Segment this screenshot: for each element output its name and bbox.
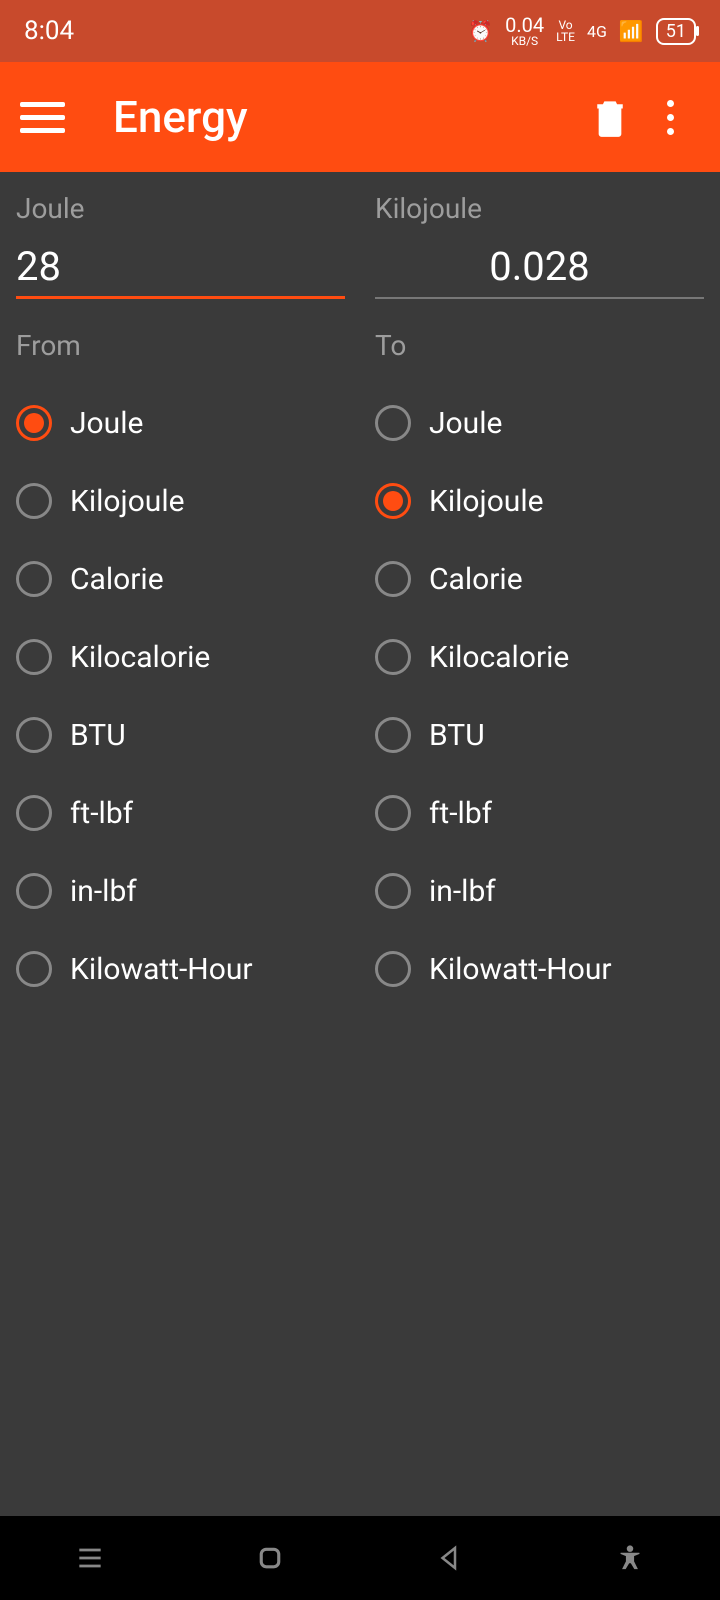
radio-icon	[16, 873, 52, 909]
right-option-ft-lbf[interactable]: ft-lbf	[375, 774, 704, 852]
clock: 8:04	[24, 16, 74, 46]
radio-label: in-lbf	[70, 874, 137, 909]
network-icon: 4G	[587, 22, 607, 41]
from-unit-label: Joule	[16, 192, 345, 225]
right-option-kilowatt-hour[interactable]: Kilowatt-Hour	[375, 930, 704, 1008]
radio-icon	[375, 483, 411, 519]
radio-label: Kilojoule	[70, 484, 185, 519]
to-options: Joule Kilojoule Calorie Kilocalorie BTU ft-lb…	[375, 384, 704, 1008]
to-value-output: 0.028	[375, 243, 704, 299]
battery-icon: 51	[656, 18, 696, 45]
radio-label: in-lbf	[429, 874, 496, 909]
delete-button[interactable]	[580, 97, 640, 137]
radio-icon	[375, 639, 411, 675]
volte-icon: VoLTE	[556, 19, 575, 43]
radio-icon	[375, 951, 411, 987]
radio-icon	[16, 951, 52, 987]
to-column: Kilojoule 0.028 To Joule Kilojoule Calorie…	[375, 192, 704, 1516]
right-option-calorie[interactable]: Calorie	[375, 540, 704, 618]
left-option-joule[interactable]: Joule	[16, 384, 345, 462]
right-option-btu[interactable]: BTU	[375, 696, 704, 774]
radio-icon	[375, 717, 411, 753]
accessibility-button[interactable]	[610, 1538, 650, 1578]
radio-label: BTU	[70, 718, 126, 753]
radio-label: Kilocalorie	[70, 640, 210, 675]
left-option-kilojoule[interactable]: Kilojoule	[16, 462, 345, 540]
radio-icon	[16, 795, 52, 831]
radio-label: ft-lbf	[70, 796, 133, 831]
to-section-label: To	[375, 329, 704, 362]
menu-icon[interactable]	[20, 102, 65, 133]
radio-label: Joule	[429, 406, 502, 441]
more-button[interactable]	[640, 100, 700, 135]
radio-icon	[375, 405, 411, 441]
right-option-in-lbf[interactable]: in-lbf	[375, 852, 704, 930]
radio-icon	[16, 405, 52, 441]
radio-label: ft-lbf	[429, 796, 492, 831]
radio-icon	[16, 483, 52, 519]
page-title: Energy	[113, 91, 580, 143]
radio-label: Kilocalorie	[429, 640, 569, 675]
radio-icon	[16, 639, 52, 675]
right-option-kilojoule[interactable]: Kilojoule	[375, 462, 704, 540]
content: Joule 28 From Joule Kilojoule Calorie Kiloc…	[0, 172, 720, 1516]
recent-apps-button[interactable]	[70, 1538, 110, 1578]
app-bar: Energy	[0, 62, 720, 172]
from-section-label: From	[16, 329, 345, 362]
net-speed: 0.04 KB/S	[505, 15, 544, 47]
radio-icon	[375, 795, 411, 831]
from-options: Joule Kilojoule Calorie Kilocalorie BTU ft-lb…	[16, 384, 345, 1008]
radio-icon	[16, 717, 52, 753]
from-value-input[interactable]: 28	[16, 243, 345, 299]
system-nav-bar	[0, 1516, 720, 1600]
radio-icon	[375, 873, 411, 909]
left-option-ft-lbf[interactable]: ft-lbf	[16, 774, 345, 852]
status-right: ⏰ 0.04 KB/S VoLTE 4G 📶 51	[468, 15, 696, 47]
left-option-kilocalorie[interactable]: Kilocalorie	[16, 618, 345, 696]
radio-label: Calorie	[70, 562, 164, 597]
status-bar: 8:04 ⏰ 0.04 KB/S VoLTE 4G 📶 51	[0, 0, 720, 62]
radio-label: Calorie	[429, 562, 523, 597]
back-button[interactable]	[430, 1538, 470, 1578]
left-option-calorie[interactable]: Calorie	[16, 540, 345, 618]
radio-label: Kilowatt-Hour	[70, 952, 253, 987]
radio-label: Kilowatt-Hour	[429, 952, 612, 987]
left-option-btu[interactable]: BTU	[16, 696, 345, 774]
signal-icon: 📶	[619, 19, 644, 43]
radio-icon	[375, 561, 411, 597]
to-unit-label: Kilojoule	[375, 192, 704, 225]
from-column: Joule 28 From Joule Kilojoule Calorie Kiloc…	[16, 192, 345, 1516]
alarm-icon: ⏰	[468, 19, 493, 43]
right-option-kilocalorie[interactable]: Kilocalorie	[375, 618, 704, 696]
radio-label: Joule	[70, 406, 143, 441]
radio-label: Kilojoule	[429, 484, 544, 519]
left-option-kilowatt-hour[interactable]: Kilowatt-Hour	[16, 930, 345, 1008]
left-option-in-lbf[interactable]: in-lbf	[16, 852, 345, 930]
right-option-joule[interactable]: Joule	[375, 384, 704, 462]
radio-label: BTU	[429, 718, 485, 753]
radio-icon	[16, 561, 52, 597]
home-button[interactable]	[250, 1538, 290, 1578]
